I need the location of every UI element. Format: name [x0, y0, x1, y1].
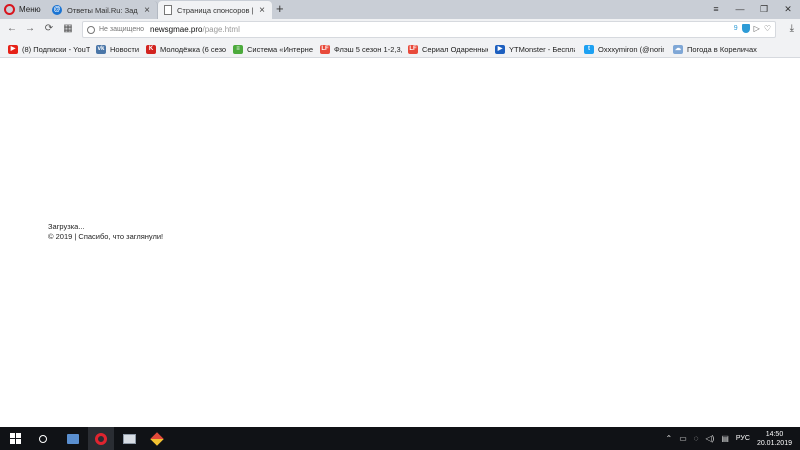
tab-mail-ru[interactable]: @ Ответы Mail.Ru: Задать в × — [46, 1, 158, 19]
bookmark-item[interactable]: K Молодёжка (6 сезо — [146, 43, 226, 55]
bookmark-label: Oxxxymiron (@norim — [598, 44, 664, 54]
adblock-shield-icon[interactable] — [741, 24, 750, 33]
reload-button[interactable]: ⟳ — [43, 23, 55, 35]
windows-logo-icon — [9, 433, 21, 444]
forward-button[interactable]: → — [24, 23, 36, 35]
system-tray: ⌃ ▭ ◌ ◁) ▤ РУС 14:50 20.01.2019 — [666, 427, 800, 450]
vk-icon: vk — [96, 44, 106, 54]
language-indicator[interactable]: РУС — [736, 435, 750, 442]
download-icon[interactable]: ⤓ — [790, 23, 794, 34]
window-controls: ≡ — ❐ ✕ — [704, 0, 800, 19]
bookmark-item[interactable]: ≡ Система «Интернет — [233, 43, 313, 55]
clock-date: 20.01.2019 — [756, 439, 792, 447]
bookmark-label: Флэш 5 сезон 1-2,3,4 — [334, 44, 402, 54]
close-window-button[interactable]: ✕ — [776, 0, 800, 19]
bookmark-item[interactable]: LF Флэш 5 сезон 1-2,3,4 — [320, 43, 402, 55]
bookmark-label: (8) Подписки - YouT — [22, 44, 90, 54]
bookmark-heart-icon[interactable]: ♡ — [764, 24, 771, 33]
tab-close-button[interactable]: × — [143, 5, 151, 16]
speed-dial-button[interactable]: ▦ — [62, 23, 74, 35]
bookmark-label: Молодёжка (6 сезо — [160, 44, 226, 54]
bookmark-item[interactable]: vk Новости — [96, 43, 142, 55]
explorer-icon — [122, 433, 136, 444]
send-icon[interactable]: ▷ — [754, 24, 760, 33]
opera-menu-button[interactable]: Меню — [4, 2, 41, 17]
ytmonster-icon: ▶ — [495, 44, 505, 54]
address-bar-actions: 9 ▷ ♡ — [734, 24, 771, 33]
bookmark-label: Система «Интернет — [247, 44, 313, 54]
green-doc-icon: ≡ — [233, 44, 243, 54]
bookmark-item[interactable]: ▶ (8) Подписки - YouT — [8, 43, 90, 55]
bookmarks-bar: ▶ (8) Подписки - YouT vk Новости K Молод… — [0, 40, 800, 58]
weather-icon: ☁ — [673, 44, 683, 54]
tab-sponsors[interactable]: Страница спонсоров | Ne × — [158, 1, 272, 19]
page-content: Загрузка... © 2019 | Спасибо, что заглян… — [0, 59, 800, 427]
bookmark-label: Сериал Одаренные — [422, 44, 488, 54]
tab-label: Страница спонсоров | Ne — [177, 5, 253, 15]
back-button[interactable]: ← — [6, 23, 18, 35]
bookmark-label: Погода в Кореличах — [687, 44, 757, 54]
app-icon — [67, 433, 79, 444]
navigation-bar: ← → ⟳ ▦ Не защищено newsgmae.pro /page.h… — [0, 19, 800, 40]
keyboard-icon[interactable]: ▤ — [721, 434, 729, 443]
bookmark-label: Новости — [110, 44, 140, 54]
tab-label: Ответы Mail.Ru: Задать в — [67, 5, 138, 15]
address-bar[interactable]: Не защищено newsgmae.pro /page.html 9 ▷ … — [82, 21, 776, 38]
lf-icon: LF — [320, 44, 330, 54]
search-icon — [39, 434, 47, 443]
taskbar-opera[interactable] — [88, 427, 114, 450]
globe-icon — [87, 25, 95, 34]
volume-icon[interactable]: ◁) — [706, 434, 715, 443]
lf-icon: LF — [408, 44, 418, 54]
url-domain: newsgmae.pro — [150, 25, 203, 34]
taskbar: ⌃ ▭ ◌ ◁) ▤ РУС 14:50 20.01.2019 — [0, 427, 800, 450]
new-tab-button[interactable]: + — [276, 2, 284, 15]
start-button[interactable] — [2, 427, 28, 450]
taskbar-explorer[interactable] — [116, 427, 142, 450]
tab-strip: Меню @ Ответы Mail.Ru: Задать в × Страни… — [0, 0, 800, 19]
opera-icon — [95, 432, 107, 445]
network-icon[interactable]: ◌ — [694, 434, 699, 443]
battery-icon[interactable]: ▭ — [679, 434, 687, 443]
bookmark-label: YTMonster - Бесплат — [509, 44, 575, 54]
menu-label: Меню — [19, 5, 41, 14]
easy-setup-icon[interactable]: ≡ — [704, 0, 728, 19]
bookmark-item[interactable]: ☁ Погода в Кореличах — [673, 43, 763, 55]
search-button[interactable] — [30, 427, 56, 450]
url-path: /page.html — [202, 25, 240, 34]
security-label[interactable]: Не защищено — [99, 26, 144, 33]
tab-close-button[interactable]: × — [258, 5, 266, 16]
restore-button[interactable]: ❐ — [752, 0, 776, 19]
bookmark-item[interactable]: t Oxxxymiron (@norim — [584, 43, 664, 55]
taskbar-app[interactable] — [60, 427, 86, 450]
youtube-icon: ▶ — [8, 44, 18, 54]
k-icon: K — [146, 44, 156, 54]
page-icon — [164, 5, 172, 15]
minimize-button[interactable]: — — [728, 0, 752, 19]
clock-time: 14:50 — [765, 430, 784, 438]
bookmark-item[interactable]: ▶ YTMonster - Бесплат — [495, 43, 575, 55]
twitter-icon: t — [584, 44, 594, 54]
opera-logo-icon — [4, 4, 15, 15]
adblock-count: 9 — [733, 25, 738, 32]
mail-ru-icon: @ — [52, 5, 62, 15]
game-icon — [150, 431, 164, 446]
loading-text: Загрузка... — [48, 222, 85, 231]
copyright-text: © 2019 | Спасибо, что заглянули! — [48, 232, 164, 241]
bookmark-item[interactable]: LF Сериал Одаренные — [408, 43, 488, 55]
taskbar-game[interactable] — [144, 427, 170, 450]
clock[interactable]: 14:50 20.01.2019 — [757, 430, 792, 448]
chevron-up-icon[interactable]: ⌃ — [666, 434, 673, 443]
